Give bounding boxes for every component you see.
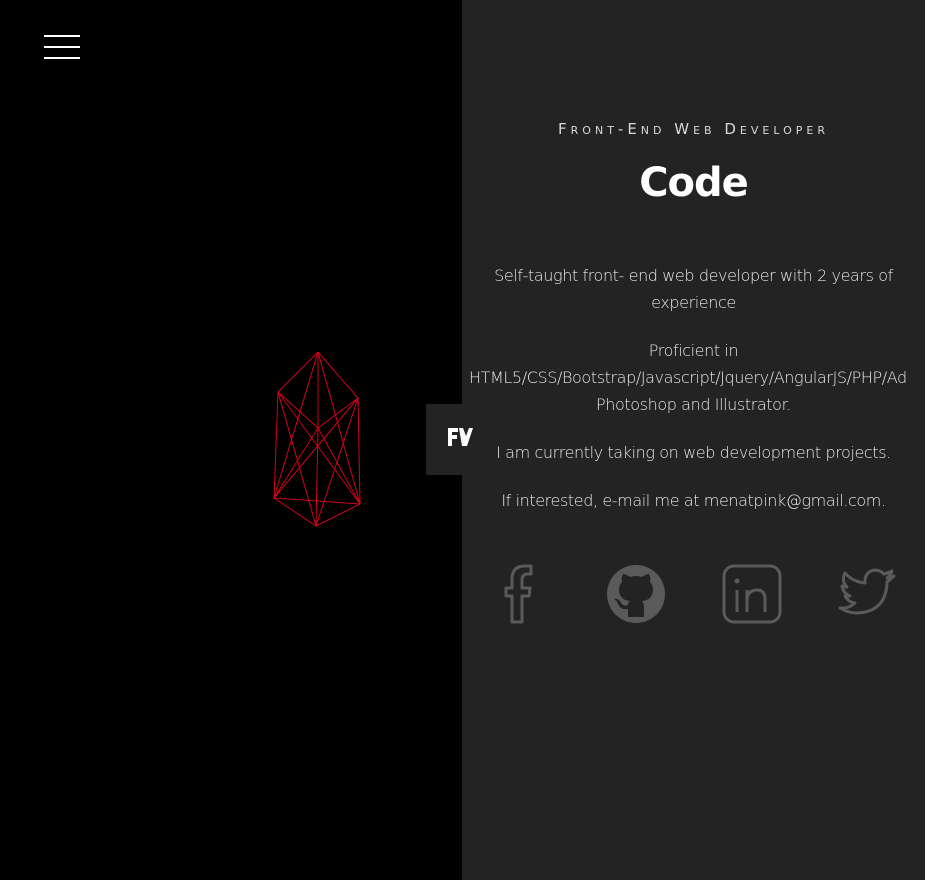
intro-line: experience: [651, 293, 736, 312]
left-panel: [0, 0, 462, 880]
hamburger-menu-icon[interactable]: [44, 35, 80, 60]
wireframe-crystal-icon: [270, 348, 366, 534]
twitter-icon[interactable]: [838, 562, 898, 626]
facebook-icon[interactable]: [498, 562, 542, 626]
page: Front-End Web Developer Code Self-taught…: [0, 0, 925, 880]
intro-line: Self-taught front- end web developer wit…: [494, 266, 893, 285]
github-icon[interactable]: [606, 562, 666, 626]
intro-paragraph: Self-taught front- end web developer wit…: [462, 262, 925, 316]
panel-toggle-button[interactable]: [426, 404, 473, 475]
contact-text: If interested, e-mail me at menatpink@gm…: [501, 491, 886, 510]
page-title: Code: [639, 160, 749, 206]
skills-line: Proficient in: [648, 341, 739, 360]
skills-line: HTML5/CSS/Bootstrap/Javascript/Jquery/An…: [469, 368, 907, 387]
linkedin-icon[interactable]: [721, 562, 783, 626]
availability-text: I am currently taking on web development…: [496, 443, 891, 462]
page-subtitle: Front-End Web Developer: [558, 120, 829, 138]
skills-paragraph: Proficient in HTML5/CSS/Bootstrap/Javasc…: [462, 337, 925, 418]
skills-line: Photoshop and Illustrator.: [596, 395, 791, 414]
right-panel: Front-End Web Developer Code Self-taught…: [462, 0, 925, 880]
